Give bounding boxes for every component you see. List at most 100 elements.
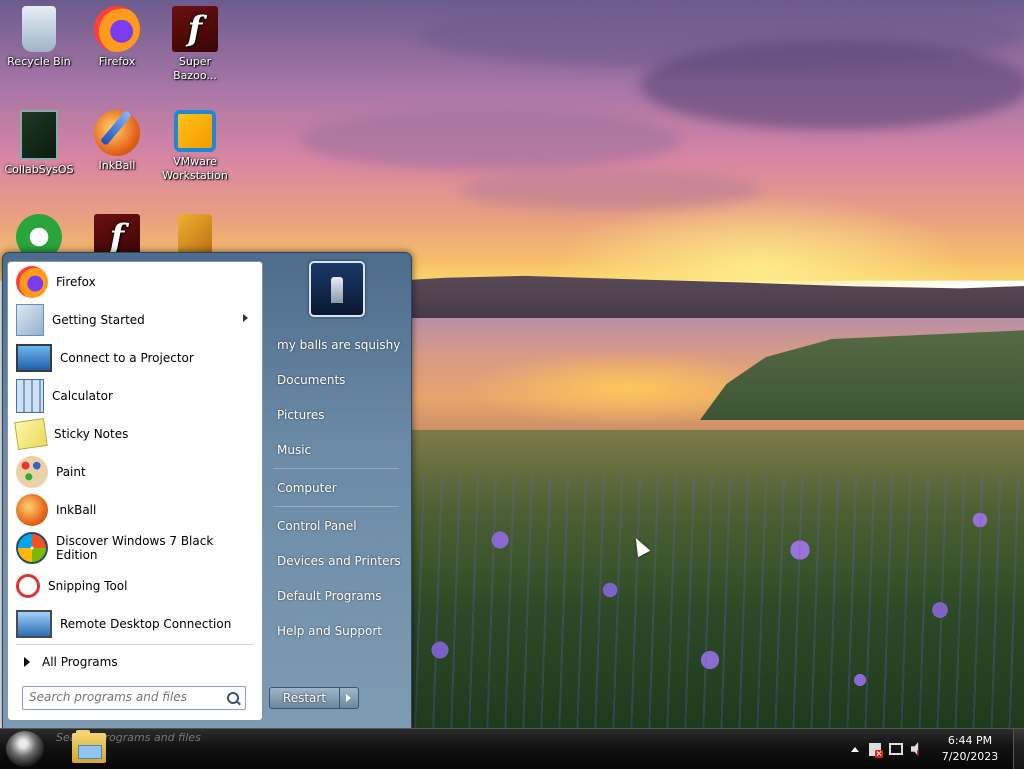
- start-menu-right-separator: [273, 468, 399, 469]
- windows-logo-icon: [16, 532, 48, 564]
- start-menu-item-connect-projector[interactable]: Connect to a Projector: [10, 340, 258, 376]
- show-hidden-icons-icon[interactable]: [851, 746, 859, 752]
- start-menu-right-devices-printers[interactable]: Devices and Printers: [269, 547, 405, 575]
- volume-muted-icon[interactable]: ×: [911, 742, 925, 758]
- power-options-arrow-button[interactable]: [339, 688, 358, 708]
- desktop-icon-label: VMware Workstation: [162, 155, 228, 182]
- desktop-icon-label: CollabSysOS: [4, 163, 74, 176]
- recycle-bin-icon: [22, 6, 56, 52]
- start-menu-item-calculator[interactable]: Calculator: [10, 378, 258, 414]
- start-menu-item-label: InkBall: [56, 503, 97, 517]
- clock-time: 6:44 PM: [947, 734, 993, 747]
- remote-desktop-icon: [16, 610, 52, 638]
- search-icon[interactable]: [227, 692, 239, 704]
- start-menu-item-label: Remote Desktop Connection: [60, 617, 232, 631]
- restart-button[interactable]: Restart: [269, 687, 359, 709]
- sticky-notes-icon: [14, 418, 48, 450]
- start-menu-item-inkball[interactable]: InkBall: [10, 492, 258, 528]
- start-menu-item-label: Firefox: [56, 275, 96, 289]
- desktop-icon-label: Recycle Bin: [7, 55, 71, 68]
- right-item-label: Documents: [277, 373, 346, 387]
- right-item-label: my balls are squishy: [277, 338, 401, 352]
- desktop-icon-collabsysos[interactable]: CollabSysOS: [0, 110, 78, 177]
- desktop-icon-inkball[interactable]: InkBall: [78, 110, 156, 173]
- wallpaper-flowers: [380, 475, 1024, 728]
- all-programs-button[interactable]: All Programs: [20, 650, 250, 674]
- right-item-label: Devices and Printers: [277, 554, 401, 568]
- system-tray: × × 6:44 PM 7/20/2023: [845, 729, 1024, 769]
- start-menu-item-label: Calculator: [52, 389, 113, 403]
- start-menu-item-snipping-tool[interactable]: Snipping Tool: [10, 568, 258, 604]
- error-badge-icon: ×: [875, 748, 883, 758]
- start-menu-item-label: Paint: [56, 465, 86, 479]
- start-menu-item-label: Snipping Tool: [48, 579, 128, 593]
- right-item-label: Help and Support: [277, 624, 382, 638]
- start-menu-item-label: Discover Windows 7 Black Edition: [56, 534, 214, 562]
- start-menu-item-remote-desktop[interactable]: Remote Desktop Connection: [10, 606, 258, 642]
- desktop-icon-recycle-bin[interactable]: Recycle Bin: [0, 6, 78, 69]
- clock[interactable]: 6:44 PM 7/20/2023: [933, 733, 1007, 765]
- start-menu-item-firefox[interactable]: Firefox: [10, 264, 258, 300]
- restart-button-label: Restart: [282, 691, 327, 705]
- inkball-icon: [16, 494, 48, 526]
- start-menu: Firefox Getting Started Connect to a Pro…: [2, 252, 412, 730]
- start-menu-item-label: Connect to a Projector: [60, 351, 194, 365]
- desktop-icon-super-bazooka[interactable]: Super Bazoo...: [156, 6, 234, 83]
- vmware-icon: [174, 110, 216, 152]
- firefox-icon: [16, 266, 48, 298]
- taskbar-explorer-button[interactable]: [72, 730, 106, 763]
- desktop-icon-vmware[interactable]: VMware Workstation: [156, 110, 234, 183]
- calculator-icon: [16, 379, 44, 413]
- wallpaper-mountains: [380, 275, 1024, 320]
- all-programs-label: All Programs: [42, 655, 118, 669]
- start-menu-item-getting-started[interactable]: Getting Started: [10, 302, 258, 338]
- firefox-icon: [94, 6, 140, 52]
- start-button[interactable]: [6, 731, 44, 767]
- start-menu-separator: [16, 644, 254, 645]
- start-menu-right-music[interactable]: Music: [269, 436, 405, 464]
- desktop-icon-label: Super Bazoo...: [173, 55, 217, 82]
- start-menu-search[interactable]: [22, 686, 246, 710]
- wallpaper-cloud: [640, 40, 1024, 130]
- start-menu-right-control-panel[interactable]: Control Panel: [269, 512, 405, 540]
- right-item-label: Control Panel: [277, 519, 357, 533]
- wallpaper-cloud: [300, 110, 680, 170]
- action-center-icon[interactable]: ×: [869, 742, 883, 758]
- start-menu-item-discover-windows[interactable]: Discover Windows 7 Black Edition: [10, 530, 258, 566]
- search-input[interactable]: [23, 687, 225, 707]
- right-item-label: Computer: [277, 481, 337, 495]
- collabsysos-icon: [20, 110, 58, 160]
- start-menu-right-help-support[interactable]: Help and Support: [269, 617, 405, 645]
- flash-icon: [172, 6, 218, 52]
- right-item-label: Music: [277, 443, 312, 457]
- right-item-label: Default Programs: [277, 589, 382, 603]
- start-menu-right-documents[interactable]: Documents: [269, 366, 405, 394]
- snipping-tool-icon: [16, 574, 40, 598]
- mute-badge-icon: ×: [917, 749, 925, 758]
- desktop-icon-firefox[interactable]: Firefox: [78, 6, 156, 69]
- desktop-icon-label: InkBall: [98, 159, 136, 172]
- start-menu-programs-pane: Firefox Getting Started Connect to a Pro…: [7, 261, 263, 721]
- show-desktop-button[interactable]: [1013, 729, 1024, 769]
- user-picture[interactable]: [309, 261, 365, 317]
- network-icon[interactable]: [889, 743, 903, 755]
- start-menu-right-default-programs[interactable]: Default Programs: [269, 582, 405, 610]
- start-menu-item-label: Getting Started: [52, 313, 145, 327]
- submenu-arrow-icon: [243, 314, 248, 322]
- projector-icon: [16, 344, 52, 372]
- desktop-icon-label: Firefox: [98, 55, 136, 68]
- start-menu-right-computer[interactable]: Computer: [269, 474, 405, 502]
- paint-icon: [16, 456, 48, 488]
- wallpaper-cloud: [460, 170, 760, 210]
- getting-started-icon: [16, 304, 44, 336]
- right-item-label: Pictures: [277, 408, 325, 422]
- start-menu-right-user-folder[interactable]: my balls are squishy: [269, 331, 405, 359]
- taskbar: Search programs and files × × 6:44 PM 7/…: [0, 728, 1024, 769]
- start-menu-item-sticky-notes[interactable]: Sticky Notes: [10, 416, 258, 452]
- triangle-right-icon: [24, 657, 30, 667]
- start-menu-item-paint[interactable]: Paint: [10, 454, 258, 490]
- inkball-icon: [94, 110, 140, 156]
- start-menu-item-label: Sticky Notes: [54, 427, 129, 441]
- start-menu-right-pictures[interactable]: Pictures: [269, 401, 405, 429]
- start-menu-right-separator: [273, 506, 399, 507]
